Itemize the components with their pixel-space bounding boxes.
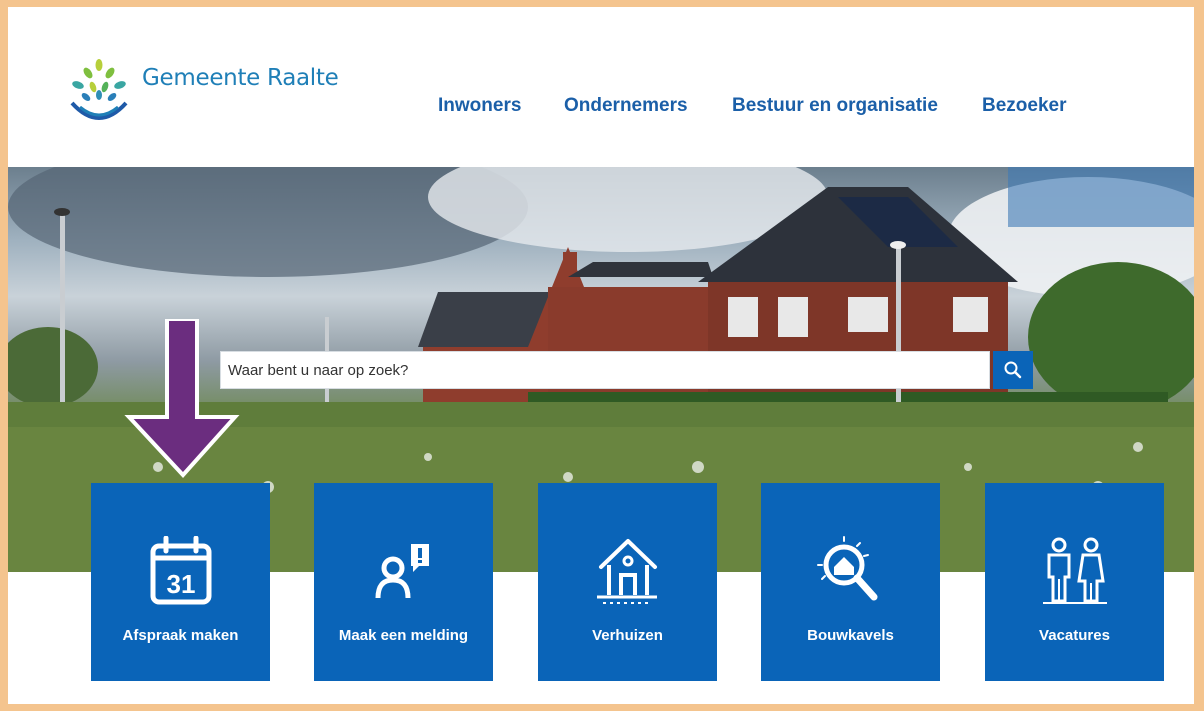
- tile-label: Verhuizen: [592, 627, 663, 644]
- tile-bouwkavels[interactable]: Bouwkavels: [761, 483, 940, 681]
- nav-item-bezoeker[interactable]: Bezoeker: [982, 95, 1067, 117]
- site-name: Gemeente Raalte: [142, 65, 339, 91]
- down-arrow-annotation: [124, 319, 240, 478]
- search-placeholder: Waar bent u naar op zoek?: [228, 361, 409, 379]
- calendar-icon: 31: [150, 536, 211, 605]
- tile-afspraak-maken[interactable]: 31 Afspraak maken: [91, 483, 270, 681]
- raalte-logo-icon: [70, 59, 128, 120]
- site-logo[interactable]: Gemeente Raalte: [66, 57, 339, 129]
- search-icon: [1004, 361, 1022, 379]
- tile-label: Bouwkavels: [807, 627, 894, 644]
- calendar-day: 31: [166, 569, 195, 599]
- tile-vacatures[interactable]: Vacatures: [985, 483, 1164, 681]
- site-header: Gemeente Raalte Inwoners Ondernemers Bes…: [8, 7, 1194, 167]
- tile-label: Vacatures: [1039, 627, 1110, 644]
- tile-label: Afspraak maken: [122, 627, 239, 644]
- tile-maak-een-melding[interactable]: Maak een melding: [314, 483, 493, 681]
- nav-item-bestuur[interactable]: Bestuur en organisatie: [732, 95, 938, 117]
- search-input[interactable]: Waar bent u naar op zoek?: [220, 351, 990, 389]
- nav-item-ondernemers[interactable]: Ondernemers: [564, 95, 688, 117]
- tile-label: Maak een melding: [338, 627, 469, 644]
- nav-item-inwoners[interactable]: Inwoners: [438, 95, 521, 117]
- tile-verhuizen[interactable]: Verhuizen: [538, 483, 717, 681]
- house-search-icon: [816, 536, 877, 601]
- house-icon: [596, 539, 657, 604]
- page-frame: Gemeente Raalte Inwoners Ondernemers Bes…: [8, 7, 1194, 704]
- search-button[interactable]: [993, 351, 1033, 389]
- report-person-icon: [375, 544, 429, 599]
- people-icon: [1042, 537, 1107, 604]
